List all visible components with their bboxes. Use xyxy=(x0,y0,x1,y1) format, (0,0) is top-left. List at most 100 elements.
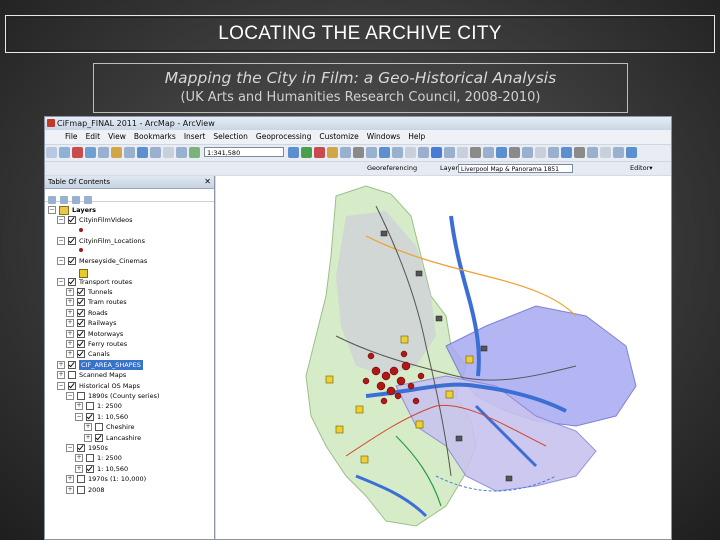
layer-visibility-checkbox[interactable] xyxy=(77,319,85,328)
layer-visibility-checkbox[interactable] xyxy=(77,340,85,348)
toolbar-button-icon[interactable] xyxy=(561,147,572,158)
expand-icon[interactable]: + xyxy=(57,360,65,369)
layer-visibility-checkbox[interactable] xyxy=(95,433,103,442)
toolbar-button-icon[interactable] xyxy=(366,147,377,158)
map-canvas[interactable] xyxy=(216,176,671,540)
toolbar-button-icon[interactable] xyxy=(535,147,546,158)
layer-visibility-checkbox[interactable] xyxy=(86,412,94,421)
menu-view[interactable]: View xyxy=(108,132,126,141)
toolbar-button-icon[interactable] xyxy=(483,147,494,158)
expand-icon[interactable]: + xyxy=(75,402,83,411)
layer-visibility-checkbox[interactable] xyxy=(77,475,85,484)
toolbar-button-icon[interactable] xyxy=(72,147,83,158)
toc-layer-row[interactable]: +1: 2500 xyxy=(75,453,122,463)
collapse-icon[interactable]: − xyxy=(66,444,74,452)
editor-menu[interactable]: Editor▾ xyxy=(630,162,653,175)
toolbar-button-icon[interactable] xyxy=(587,147,598,158)
toolbar-button-icon[interactable] xyxy=(340,147,351,158)
layer-visibility-checkbox[interactable] xyxy=(77,444,85,452)
toc-layer-row[interactable]: + Lancashire xyxy=(84,433,141,443)
toolbar-button-icon[interactable] xyxy=(150,147,161,158)
toolbar-button-icon[interactable] xyxy=(496,147,507,158)
menu-help[interactable]: Help xyxy=(408,132,425,141)
toc-layer-row[interactable]: + Tunnels xyxy=(66,287,113,297)
menu-geoprocessing[interactable]: Geoprocessing xyxy=(256,132,311,141)
toolbar-button-icon[interactable] xyxy=(327,147,338,158)
expand-icon[interactable]: + xyxy=(84,423,92,432)
collapse-icon[interactable]: − xyxy=(57,236,65,245)
toolbar-button-icon[interactable] xyxy=(405,147,416,158)
expand-icon[interactable]: + xyxy=(66,298,74,307)
layer-visibility-checkbox[interactable] xyxy=(77,308,85,317)
expand-icon[interactable]: + xyxy=(66,350,74,359)
toc-layer-row[interactable]: − 1890s (County series) xyxy=(66,391,160,401)
toc-layer-row[interactable]: − 1: 10,560 xyxy=(75,412,128,422)
expand-icon[interactable]: + xyxy=(66,329,74,338)
collapse-icon[interactable]: − xyxy=(57,216,65,225)
layer-visibility-checkbox[interactable] xyxy=(77,298,85,307)
toolbar-button-icon[interactable] xyxy=(301,147,312,158)
toc-layer-row[interactable]: − Layers xyxy=(48,205,96,215)
toolbar-button-icon[interactable] xyxy=(111,147,122,158)
layer-visibility-checkbox[interactable] xyxy=(68,257,76,266)
list-by-drawing-order-icon[interactable] xyxy=(48,196,56,204)
layer-visibility-checkbox[interactable] xyxy=(86,464,94,473)
toolbar-button-icon[interactable] xyxy=(59,147,70,158)
toc-layer-row[interactable]: + Motorways xyxy=(66,329,123,339)
menu-insert[interactable]: Insert xyxy=(184,132,206,141)
layer-select[interactable]: Liverpool Map & Panorama 1851 xyxy=(458,164,573,173)
toolbar-button-icon[interactable] xyxy=(509,147,520,158)
toolbar-button-icon[interactable] xyxy=(314,147,325,158)
expand-icon[interactable]: + xyxy=(66,340,74,348)
collapse-icon[interactable]: − xyxy=(57,381,65,390)
toolbar-button-icon[interactable] xyxy=(600,147,611,158)
toolbar-button-icon[interactable] xyxy=(574,147,585,158)
toolbar-button-icon[interactable] xyxy=(176,147,187,158)
layer-visibility-checkbox[interactable] xyxy=(68,381,76,390)
toolbar-button-icon[interactable] xyxy=(288,147,299,158)
toolbar-button-icon[interactable] xyxy=(418,147,429,158)
toc-layer-row[interactable]: +1: 10,560 xyxy=(75,464,128,474)
toolbar-button-icon[interactable] xyxy=(137,147,148,158)
list-by-source-icon[interactable] xyxy=(60,196,68,204)
expand-icon[interactable]: + xyxy=(57,371,65,380)
menu-selection[interactable]: Selection xyxy=(213,132,248,141)
list-by-selection-icon[interactable] xyxy=(84,196,92,204)
toolbar-button-icon[interactable] xyxy=(548,147,559,158)
toc-layer-row[interactable]: − 1950s xyxy=(66,443,108,453)
toc-layer-row[interactable]: − Merseyside_Cinemas xyxy=(57,256,147,266)
close-icon[interactable]: ✕ xyxy=(204,176,211,188)
expand-icon[interactable]: + xyxy=(66,319,74,328)
menu-windows[interactable]: Windows xyxy=(367,132,400,141)
toc-layer-row[interactable]: − CityinFilmVideos xyxy=(57,215,132,225)
window-titlebar[interactable]: CiFmap_FINAL 2011 - ArcMap - ArcView xyxy=(45,117,671,130)
toolbar-button-icon[interactable] xyxy=(431,147,442,158)
expand-icon[interactable]: + xyxy=(84,433,92,442)
layer-visibility-checkbox[interactable] xyxy=(95,423,103,432)
menu-edit[interactable]: Edit xyxy=(86,132,101,141)
collapse-icon[interactable]: − xyxy=(48,206,56,214)
toolbar-button-icon[interactable] xyxy=(46,147,57,158)
collapse-icon[interactable]: − xyxy=(66,392,74,400)
toolbar-button-icon[interactable] xyxy=(189,147,200,158)
collapse-icon[interactable]: − xyxy=(57,277,65,286)
toc-layer-row[interactable]: + CIF_AREA_SHAPES xyxy=(57,359,143,370)
menu-file[interactable]: File xyxy=(65,132,78,141)
toolbar-button-icon[interactable] xyxy=(626,147,637,158)
expand-icon[interactable]: + xyxy=(66,288,74,296)
toc-layer-row[interactable]: +1: 2500 xyxy=(75,401,122,411)
layer-visibility-checkbox[interactable] xyxy=(77,350,85,359)
list-by-visibility-icon[interactable] xyxy=(72,196,80,204)
expand-icon[interactable]: + xyxy=(66,485,74,494)
toc-layer-row[interactable]: + Tram routes xyxy=(66,297,127,307)
toc-layer-row[interactable]: − Historical OS Maps xyxy=(57,381,140,391)
layer-visibility-checkbox[interactable] xyxy=(77,392,85,400)
expand-icon[interactable]: + xyxy=(75,464,83,473)
layer-visibility-checkbox[interactable] xyxy=(77,485,85,494)
layer-visibility-checkbox[interactable] xyxy=(68,216,76,225)
menu-bookmarks[interactable]: Bookmarks xyxy=(134,132,176,141)
toolbar-button-icon[interactable] xyxy=(163,147,174,158)
toc-layer-row[interactable]: + Railways xyxy=(66,318,117,328)
layer-visibility-checkbox[interactable] xyxy=(77,329,85,338)
toc-layer-row[interactable]: + Scanned Maps xyxy=(57,370,126,380)
